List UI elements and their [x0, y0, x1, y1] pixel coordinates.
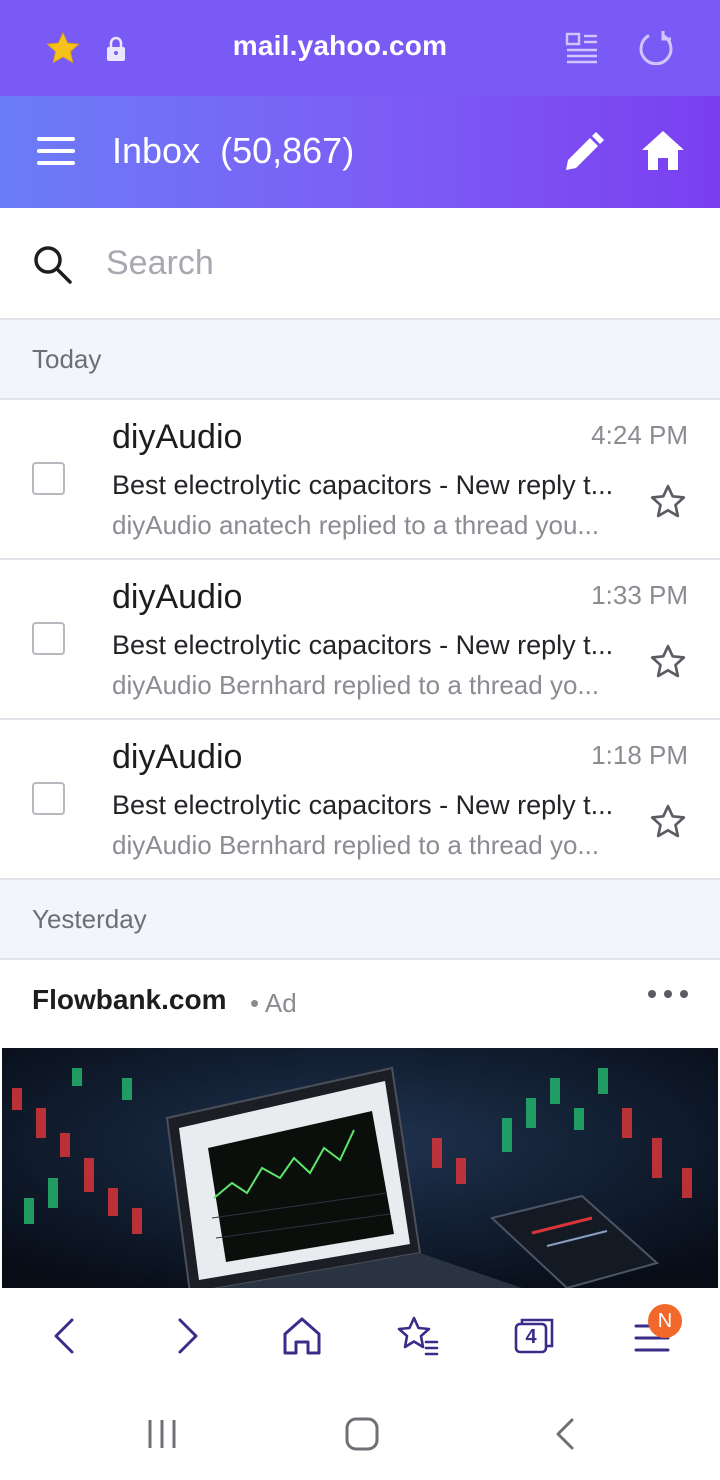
trading-laptop-illustration: [2, 1048, 718, 1288]
section-label: Today: [32, 344, 102, 374]
unread-count: (50,867): [220, 130, 355, 171]
section-header-today: Today: [0, 320, 720, 400]
star-icon[interactable]: [648, 482, 688, 522]
reader-mode-icon[interactable]: [564, 30, 600, 66]
message-row[interactable]: diyAudio 4:24 PM Best electrolytic capac…: [0, 400, 720, 560]
section-label: Yesterday: [32, 904, 147, 934]
section-header-yesterday: Yesterday: [0, 880, 720, 960]
ad-brand: Flowbank.com: [32, 984, 227, 1015]
reload-icon[interactable]: [636, 28, 676, 68]
back-icon[interactable]: [44, 1314, 88, 1358]
home-button-icon[interactable]: [342, 1414, 382, 1454]
message-preview: diyAudio Bernhard replied to a thread yo…: [112, 670, 600, 700]
menu-icon[interactable]: [36, 134, 76, 168]
inbox-label: Inbox: [112, 130, 201, 171]
tabs-icon[interactable]: 4: [512, 1314, 556, 1358]
forward-icon[interactable]: [164, 1314, 208, 1358]
recent-apps-icon[interactable]: [142, 1414, 182, 1454]
bookmarks-icon[interactable]: [396, 1314, 440, 1358]
message-sender: diyAudio: [112, 578, 243, 616]
tab-count: 4: [525, 1326, 537, 1348]
back-button-icon[interactable]: [546, 1414, 586, 1454]
message-subject: Best electrolytic capacitors - New reply…: [112, 790, 614, 820]
select-checkbox[interactable]: [32, 622, 65, 655]
message-subject: Best electrolytic capacitors - New reply…: [112, 470, 614, 500]
browser-bottom-nav: 4: [0, 1288, 720, 1384]
search-bar: [0, 208, 720, 320]
message-preview: diyAudio Bernhard replied to a thread yo…: [112, 830, 600, 860]
mail-header: Inbox (50,867): [0, 96, 720, 208]
ad-card[interactable]: Flowbank.com • Ad: [0, 960, 720, 1288]
message-subject: Best electrolytic capacitors - New reply…: [112, 630, 614, 660]
system-nav-bar: [0, 1384, 720, 1480]
home-icon[interactable]: [640, 128, 686, 172]
home-icon[interactable]: [280, 1314, 324, 1358]
ad-tag: • Ad: [250, 988, 297, 1018]
star-icon[interactable]: [648, 642, 688, 682]
inbox-title: Inbox (50,867): [112, 130, 354, 172]
message-time: 1:18 PM: [591, 740, 688, 770]
message-time: 1:33 PM: [591, 580, 688, 610]
menu-notification-badge: N: [648, 1304, 682, 1338]
message-sender: diyAudio: [112, 738, 243, 776]
ad-banner-image[interactable]: [2, 1048, 718, 1288]
browser-url-bar: mail.yahoo.com: [0, 0, 720, 96]
more-options-icon[interactable]: [646, 986, 690, 1002]
message-preview: diyAudio anatech replied to a thread you…: [112, 510, 600, 540]
star-icon[interactable]: [648, 802, 688, 842]
select-checkbox[interactable]: [32, 782, 65, 815]
search-input[interactable]: [106, 238, 666, 288]
compose-icon[interactable]: [562, 130, 604, 172]
search-icon[interactable]: [30, 242, 74, 286]
message-row[interactable]: diyAudio 1:18 PM Best electrolytic capac…: [0, 720, 720, 880]
message-row[interactable]: diyAudio 1:33 PM Best electrolytic capac…: [0, 560, 720, 720]
message-sender: diyAudio: [112, 418, 243, 456]
select-checkbox[interactable]: [32, 462, 65, 495]
message-time: 4:24 PM: [591, 420, 688, 450]
